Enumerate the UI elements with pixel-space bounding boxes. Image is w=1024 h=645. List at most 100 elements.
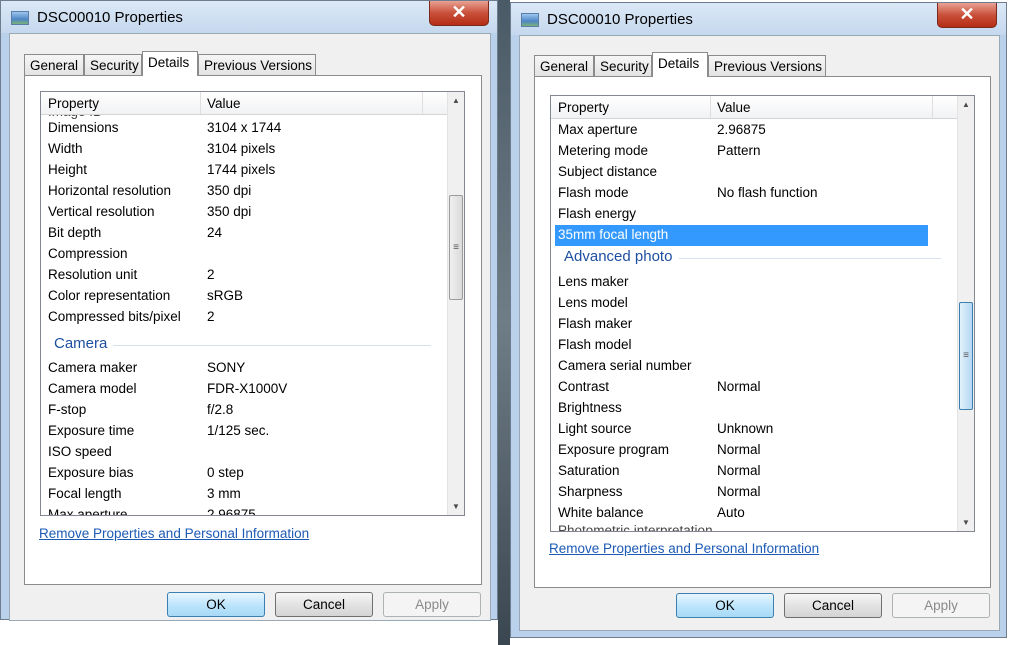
- title-bar: DSC00010 Properties ✕: [511, 3, 1006, 35]
- list-row[interactable]: Width 3104 pixels: [45, 139, 418, 160]
- list-row[interactable]: Lens maker: [555, 272, 928, 293]
- list-row[interactable]: Flash model: [555, 335, 928, 356]
- list-row[interactable]: F-stop f/2.8: [45, 400, 418, 421]
- property-name: Lens maker: [558, 274, 629, 289]
- column-divider[interactable]: [422, 92, 423, 114]
- list-row[interactable]: Exposure bias 0 step: [45, 463, 418, 484]
- tab-details[interactable]: Details: [652, 52, 708, 77]
- list-row[interactable]: Camera serial number: [555, 356, 928, 377]
- column-divider[interactable]: [200, 92, 201, 114]
- list-row[interactable]: Sharpness Normal: [555, 482, 928, 503]
- list-row[interactable]: Metering mode Pattern: [555, 141, 928, 162]
- list-row[interactable]: Max aperture 2.96875: [45, 505, 418, 515]
- tab-general[interactable]: General: [534, 55, 594, 77]
- tab-previous-versions[interactable]: Previous Versions: [708, 55, 826, 77]
- property-name: Brightness: [558, 400, 622, 415]
- apply-button[interactable]: Apply: [892, 593, 990, 618]
- property-value: SONY: [207, 360, 246, 375]
- column-divider[interactable]: [710, 96, 711, 118]
- group-divider: [679, 258, 941, 259]
- list-row[interactable]: Flash mode No flash function: [555, 183, 928, 204]
- scroll-down-arrow-icon[interactable]: ▼: [448, 498, 464, 515]
- details-panel: Property Value Max aperture 2.96875 Meteri…: [534, 76, 991, 588]
- property-name: Exposure time: [48, 423, 135, 438]
- cancel-button[interactable]: Cancel: [275, 592, 373, 617]
- list-row[interactable]: Light source Unknown: [555, 419, 928, 440]
- list-row[interactable]: Resolution unit 2: [45, 265, 418, 286]
- tab-security[interactable]: Security: [594, 55, 652, 77]
- list-row[interactable]: Color representation sRGB: [45, 286, 418, 307]
- list-row[interactable]: Dimensions 3104 x 1744: [45, 118, 418, 139]
- property-name: Subject distance: [558, 164, 658, 179]
- cancel-button[interactable]: Cancel: [784, 593, 882, 618]
- tab-details[interactable]: Details: [142, 51, 198, 76]
- list-row[interactable]: Contrast Normal: [555, 377, 928, 398]
- property-value: Pattern: [717, 143, 761, 158]
- list-row[interactable]: Bit depth 24: [45, 223, 418, 244]
- list-row[interactable]: Brightness: [555, 398, 928, 419]
- remove-properties-link[interactable]: Remove Properties and Personal Informati…: [39, 526, 309, 541]
- property-value: Normal: [717, 442, 761, 457]
- list-row[interactable]: Focal length 3 mm: [45, 484, 418, 505]
- column-header-property[interactable]: Property: [558, 100, 609, 115]
- scroll-down-arrow-icon[interactable]: ▼: [958, 514, 974, 531]
- list-row[interactable]: Max aperture 2.96875: [555, 120, 928, 141]
- apply-button[interactable]: Apply: [383, 592, 481, 617]
- list-row[interactable]: Exposure program Normal: [555, 440, 928, 461]
- list-row[interactable]: Saturation Normal: [555, 461, 928, 482]
- scroll-up-arrow-icon[interactable]: ▲: [448, 92, 464, 109]
- property-name: Camera serial number: [558, 358, 692, 373]
- list-row[interactable]: Flash maker: [555, 314, 928, 335]
- vertical-scrollbar[interactable]: ▲ ≡ ▼: [447, 92, 464, 515]
- scroll-up-arrow-icon[interactable]: ▲: [958, 96, 974, 113]
- list-row[interactable]: Camera maker SONY: [45, 358, 418, 379]
- list-row[interactable]: ISO speed: [45, 442, 418, 463]
- list-row[interactable]: White balance Auto: [555, 503, 928, 524]
- desktop-background-middle: [498, 0, 510, 645]
- ok-button[interactable]: OK: [167, 592, 265, 617]
- property-name: Color representation: [48, 288, 171, 303]
- property-name: Contrast: [558, 379, 610, 394]
- property-name: Sharpness: [558, 484, 623, 499]
- vertical-scrollbar[interactable]: ▲ ≡ ▼: [957, 96, 974, 531]
- ok-button[interactable]: OK: [676, 593, 774, 618]
- column-header-property[interactable]: Property: [48, 96, 99, 111]
- list-row[interactable]: Lens model: [555, 293, 928, 314]
- list-row[interactable]: Compression: [45, 244, 418, 265]
- list-row[interactable]: Exposure time 1/125 sec.: [45, 421, 418, 442]
- property-value: 2: [207, 267, 215, 282]
- property-value: Normal: [717, 379, 761, 394]
- list-row[interactable]: Height 1744 pixels: [45, 160, 418, 181]
- scrollbar-thumb[interactable]: ≡: [449, 195, 463, 300]
- remove-properties-link[interactable]: Remove Properties and Personal Informati…: [549, 541, 819, 556]
- list-row[interactable]: Camera model FDR-X1000V: [45, 379, 418, 400]
- list-header: Property Value: [41, 92, 447, 115]
- property-name: Camera model: [48, 381, 137, 396]
- close-button[interactable]: ✕: [429, 1, 489, 26]
- tab-security[interactable]: Security: [84, 54, 142, 76]
- property-value: f/2.8: [207, 402, 234, 417]
- properties-dialog-left: DSC00010 Properties ✕ General Security D…: [0, 0, 498, 621]
- property-list[interactable]: Property Value Max aperture 2.96875 Meteri…: [550, 95, 975, 532]
- property-value: 1/125 sec.: [207, 423, 270, 438]
- property-name: Flash energy: [558, 206, 637, 221]
- list-row[interactable]: Flash energy: [555, 204, 928, 225]
- property-value: 0 step: [207, 465, 244, 480]
- tab-previous-versions[interactable]: Previous Versions: [198, 54, 316, 76]
- list-row[interactable]: Vertical resolution 350 dpi: [45, 202, 418, 223]
- property-value: Normal: [717, 463, 761, 478]
- tab-general[interactable]: General: [24, 54, 84, 76]
- column-header-value[interactable]: Value: [717, 100, 751, 115]
- list-row[interactable]: 35mm focal length: [555, 225, 928, 246]
- group-heading: Advanced photo: [564, 248, 673, 265]
- property-list[interactable]: Image ID Property Value Dimensions3104 x…: [40, 91, 465, 516]
- column-divider[interactable]: [932, 96, 933, 118]
- property-name: Max aperture: [558, 122, 638, 137]
- scrollbar-thumb[interactable]: ≡: [959, 302, 973, 410]
- column-header-value[interactable]: Value: [207, 96, 241, 111]
- list-row[interactable]: Compressed bits/pixel 2: [45, 307, 418, 328]
- list-row[interactable]: Subject distance: [555, 162, 928, 183]
- list-row[interactable]: Horizontal resolution 350 dpi: [45, 181, 418, 202]
- close-button[interactable]: ✕: [937, 3, 997, 28]
- title-bar: DSC00010 Properties ✕: [1, 1, 497, 33]
